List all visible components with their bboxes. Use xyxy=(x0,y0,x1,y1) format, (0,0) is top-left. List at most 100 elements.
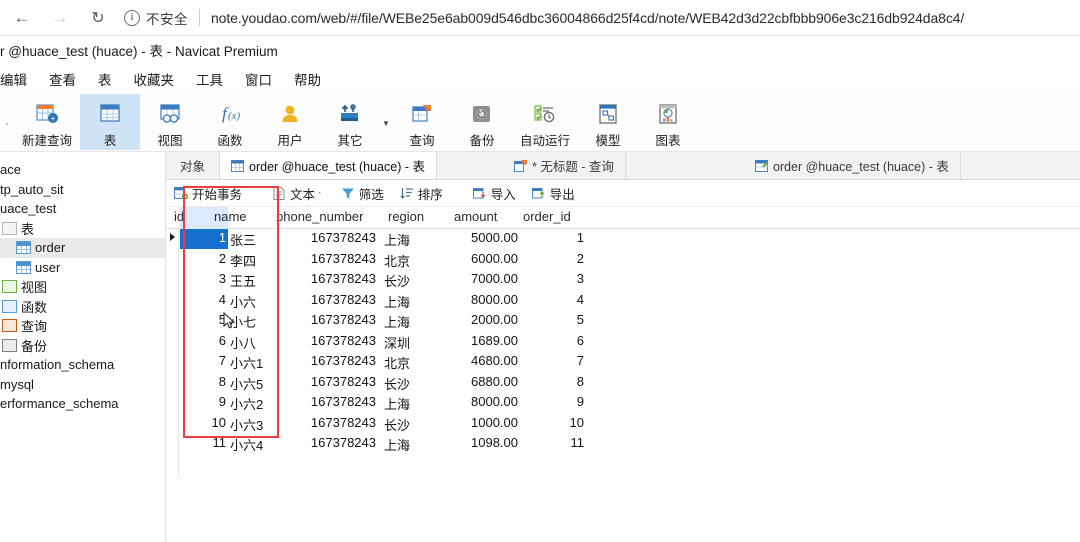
cell-id[interactable]: 5 xyxy=(192,312,226,327)
tab-order-table-data[interactable]: order @huace_test (huace) - 表 xyxy=(220,152,437,179)
cell-region[interactable]: 北京 xyxy=(384,353,410,372)
tree-item-queries-folder[interactable]: 查询 xyxy=(0,316,165,336)
cell-region[interactable]: 上海 xyxy=(384,394,410,413)
cell-region[interactable]: 上海 xyxy=(384,292,410,311)
cell-phone-number[interactable]: 167378243 xyxy=(296,333,376,348)
cell-order-id[interactable]: 5 xyxy=(526,312,584,327)
table-row[interactable]: 5 小七 167378243 上海 2000.00 5 xyxy=(166,311,1080,332)
cell-amount[interactable]: 6880.00 xyxy=(444,374,518,389)
cell-id[interactable]: 6 xyxy=(192,333,226,348)
object-tree-sidebar[interactable]: ace tp_auto_sit uace_test 表 order user 视… xyxy=(0,152,166,542)
cell-phone-number[interactable]: 167378243 xyxy=(296,271,376,286)
menu-item-help[interactable]: 帮助 xyxy=(283,69,332,89)
cell-name[interactable]: 小六4 xyxy=(230,435,263,454)
tree-item-backups-folder[interactable]: 备份 xyxy=(0,336,165,356)
table-row[interactable]: 11 小六4 167378243 上海 1098.00 11 xyxy=(166,434,1080,455)
cell-order-id[interactable]: 11 xyxy=(526,435,585,450)
grid-header-name[interactable]: name xyxy=(214,209,247,224)
table-row[interactable]: 4 小六 167378243 上海 8000.00 4 xyxy=(166,291,1080,312)
begin-transaction-button[interactable]: 开始事务 xyxy=(166,184,250,203)
table-row[interactable]: 7 小六1 167378243 北京 4680.00 7 xyxy=(166,352,1080,373)
cell-phone-number[interactable]: 167378243 xyxy=(296,435,376,450)
ribbon-backup-button[interactable]: 备份 xyxy=(452,94,512,150)
chevron-down-icon[interactable]: ▼ xyxy=(380,94,392,150)
tree-item-performance-schema[interactable]: erformance_schema xyxy=(0,394,165,414)
cell-amount[interactable]: 8000.00 xyxy=(444,394,518,409)
filter-button[interactable]: 筛选 xyxy=(333,184,392,203)
cell-order-id[interactable]: 4 xyxy=(526,292,584,307)
grid-header-order-id[interactable]: order_id xyxy=(523,209,571,224)
cell-region[interactable]: 深圳 xyxy=(384,333,410,352)
cell-region[interactable]: 上海 xyxy=(384,230,410,249)
cell-name[interactable]: 李四 xyxy=(230,251,256,270)
cell-order-id[interactable]: 6 xyxy=(526,333,584,348)
cell-amount[interactable]: 1098.00 xyxy=(444,435,518,450)
reload-icon[interactable]: ↻ xyxy=(82,4,114,32)
tree-item-tables-folder[interactable]: 表 xyxy=(0,219,165,239)
cell-region[interactable]: 长沙 xyxy=(384,415,410,434)
menu-item-tools[interactable]: 工具 xyxy=(185,69,234,89)
cell-amount[interactable]: 6000.00 xyxy=(444,251,518,266)
ribbon-chart-button[interactable]: 图表 xyxy=(638,94,698,150)
ribbon-user-button[interactable]: 用户 xyxy=(260,94,320,150)
ribbon-view-button[interactable]: 视图 xyxy=(140,94,200,150)
cell-id[interactable]: 1 xyxy=(192,230,226,245)
grid-header-id[interactable]: id xyxy=(174,209,184,224)
cell-order-id[interactable]: 9 xyxy=(526,394,584,409)
cell-phone-number[interactable]: 167378243 xyxy=(296,374,376,389)
cell-order-id[interactable]: 1 xyxy=(526,230,584,245)
tree-item-information-schema[interactable]: nformation_schema xyxy=(0,355,165,375)
import-button[interactable]: 导入 xyxy=(465,184,524,203)
tree-item-mysql[interactable]: mysql xyxy=(0,375,165,395)
grid-header-amount[interactable]: amount xyxy=(454,209,497,224)
cell-phone-number[interactable]: 167378243 xyxy=(296,353,376,368)
cell-id[interactable]: 11 xyxy=(192,435,227,450)
tree-item-order-table[interactable]: order xyxy=(0,238,165,258)
cell-amount[interactable]: 1689.00 xyxy=(444,333,518,348)
cell-order-id[interactable]: 3 xyxy=(526,271,584,286)
address-bar-url[interactable]: note.youdao.com/web/#/file/WEBe25e6ab009… xyxy=(211,10,964,26)
table-row[interactable]: 6 小八 167378243 深圳 1689.00 6 xyxy=(166,332,1080,353)
tab-objects[interactable]: 对象 xyxy=(166,152,221,179)
cell-phone-number[interactable]: 167378243 xyxy=(296,230,376,245)
tree-item-huace-test[interactable]: uace_test xyxy=(0,199,165,219)
cell-amount[interactable]: 1000.00 xyxy=(444,415,518,430)
grid-header-region[interactable]: region xyxy=(388,209,424,224)
ribbon-function-button[interactable]: f (x) 函数 xyxy=(200,94,260,150)
tab-untitled-query[interactable]: * 无标题 - 查询 xyxy=(502,152,626,179)
table-row[interactable]: 10 小六3 167378243 长沙 1000.00 10 xyxy=(166,414,1080,435)
cell-amount[interactable]: 4680.00 xyxy=(444,353,518,368)
ribbon-model-button[interactable]: 模型 xyxy=(578,94,638,150)
cell-region[interactable]: 长沙 xyxy=(384,374,410,393)
tree-item-views-folder[interactable]: 视图 xyxy=(0,277,165,297)
text-view-button[interactable]: 文本 · xyxy=(264,184,333,203)
menu-item-edit[interactable]: 编辑 xyxy=(0,69,38,89)
forward-arrow-icon[interactable]: → xyxy=(44,4,76,32)
cell-id[interactable]: 7 xyxy=(192,353,226,368)
cell-phone-number[interactable]: 167378243 xyxy=(296,292,376,307)
cell-name[interactable]: 小六3 xyxy=(230,415,263,434)
export-button[interactable]: 导出 xyxy=(524,184,583,203)
cell-region[interactable]: 上海 xyxy=(384,435,410,454)
cell-order-id[interactable]: 2 xyxy=(526,251,584,266)
chevron-down-icon[interactable]: · xyxy=(315,187,325,199)
cell-order-id[interactable]: 8 xyxy=(526,374,584,389)
cell-region[interactable]: 长沙 xyxy=(384,271,410,290)
tree-item-user-table[interactable]: user xyxy=(0,258,165,278)
cell-amount[interactable]: 8000.00 xyxy=(444,292,518,307)
ribbon-query-button[interactable]: 查询 xyxy=(392,94,452,150)
cell-amount[interactable]: 7000.00 xyxy=(444,271,518,286)
grid-header-phone-number[interactable]: phone_number xyxy=(276,209,363,224)
data-grid[interactable]: id name phone_number region amount order… xyxy=(166,207,1080,542)
back-arrow-icon[interactable]: ← xyxy=(6,4,38,32)
cell-id[interactable]: 8 xyxy=(192,374,226,389)
menu-item-favorites[interactable]: 收藏夹 xyxy=(123,69,186,89)
ribbon-overflow-dot[interactable]: · xyxy=(0,94,14,152)
table-row[interactable]: 8 小六5 167378243 长沙 6880.00 8 xyxy=(166,373,1080,394)
cell-order-id[interactable]: 7 xyxy=(526,353,584,368)
tab-order-table-design[interactable]: order @huace_test (huace) - 表 xyxy=(743,152,961,179)
cell-region[interactable]: 上海 xyxy=(384,312,410,331)
tree-item-connection[interactable]: ace xyxy=(0,160,165,180)
cell-id[interactable]: 9 xyxy=(192,394,226,409)
cell-name[interactable]: 小六5 xyxy=(230,374,263,393)
